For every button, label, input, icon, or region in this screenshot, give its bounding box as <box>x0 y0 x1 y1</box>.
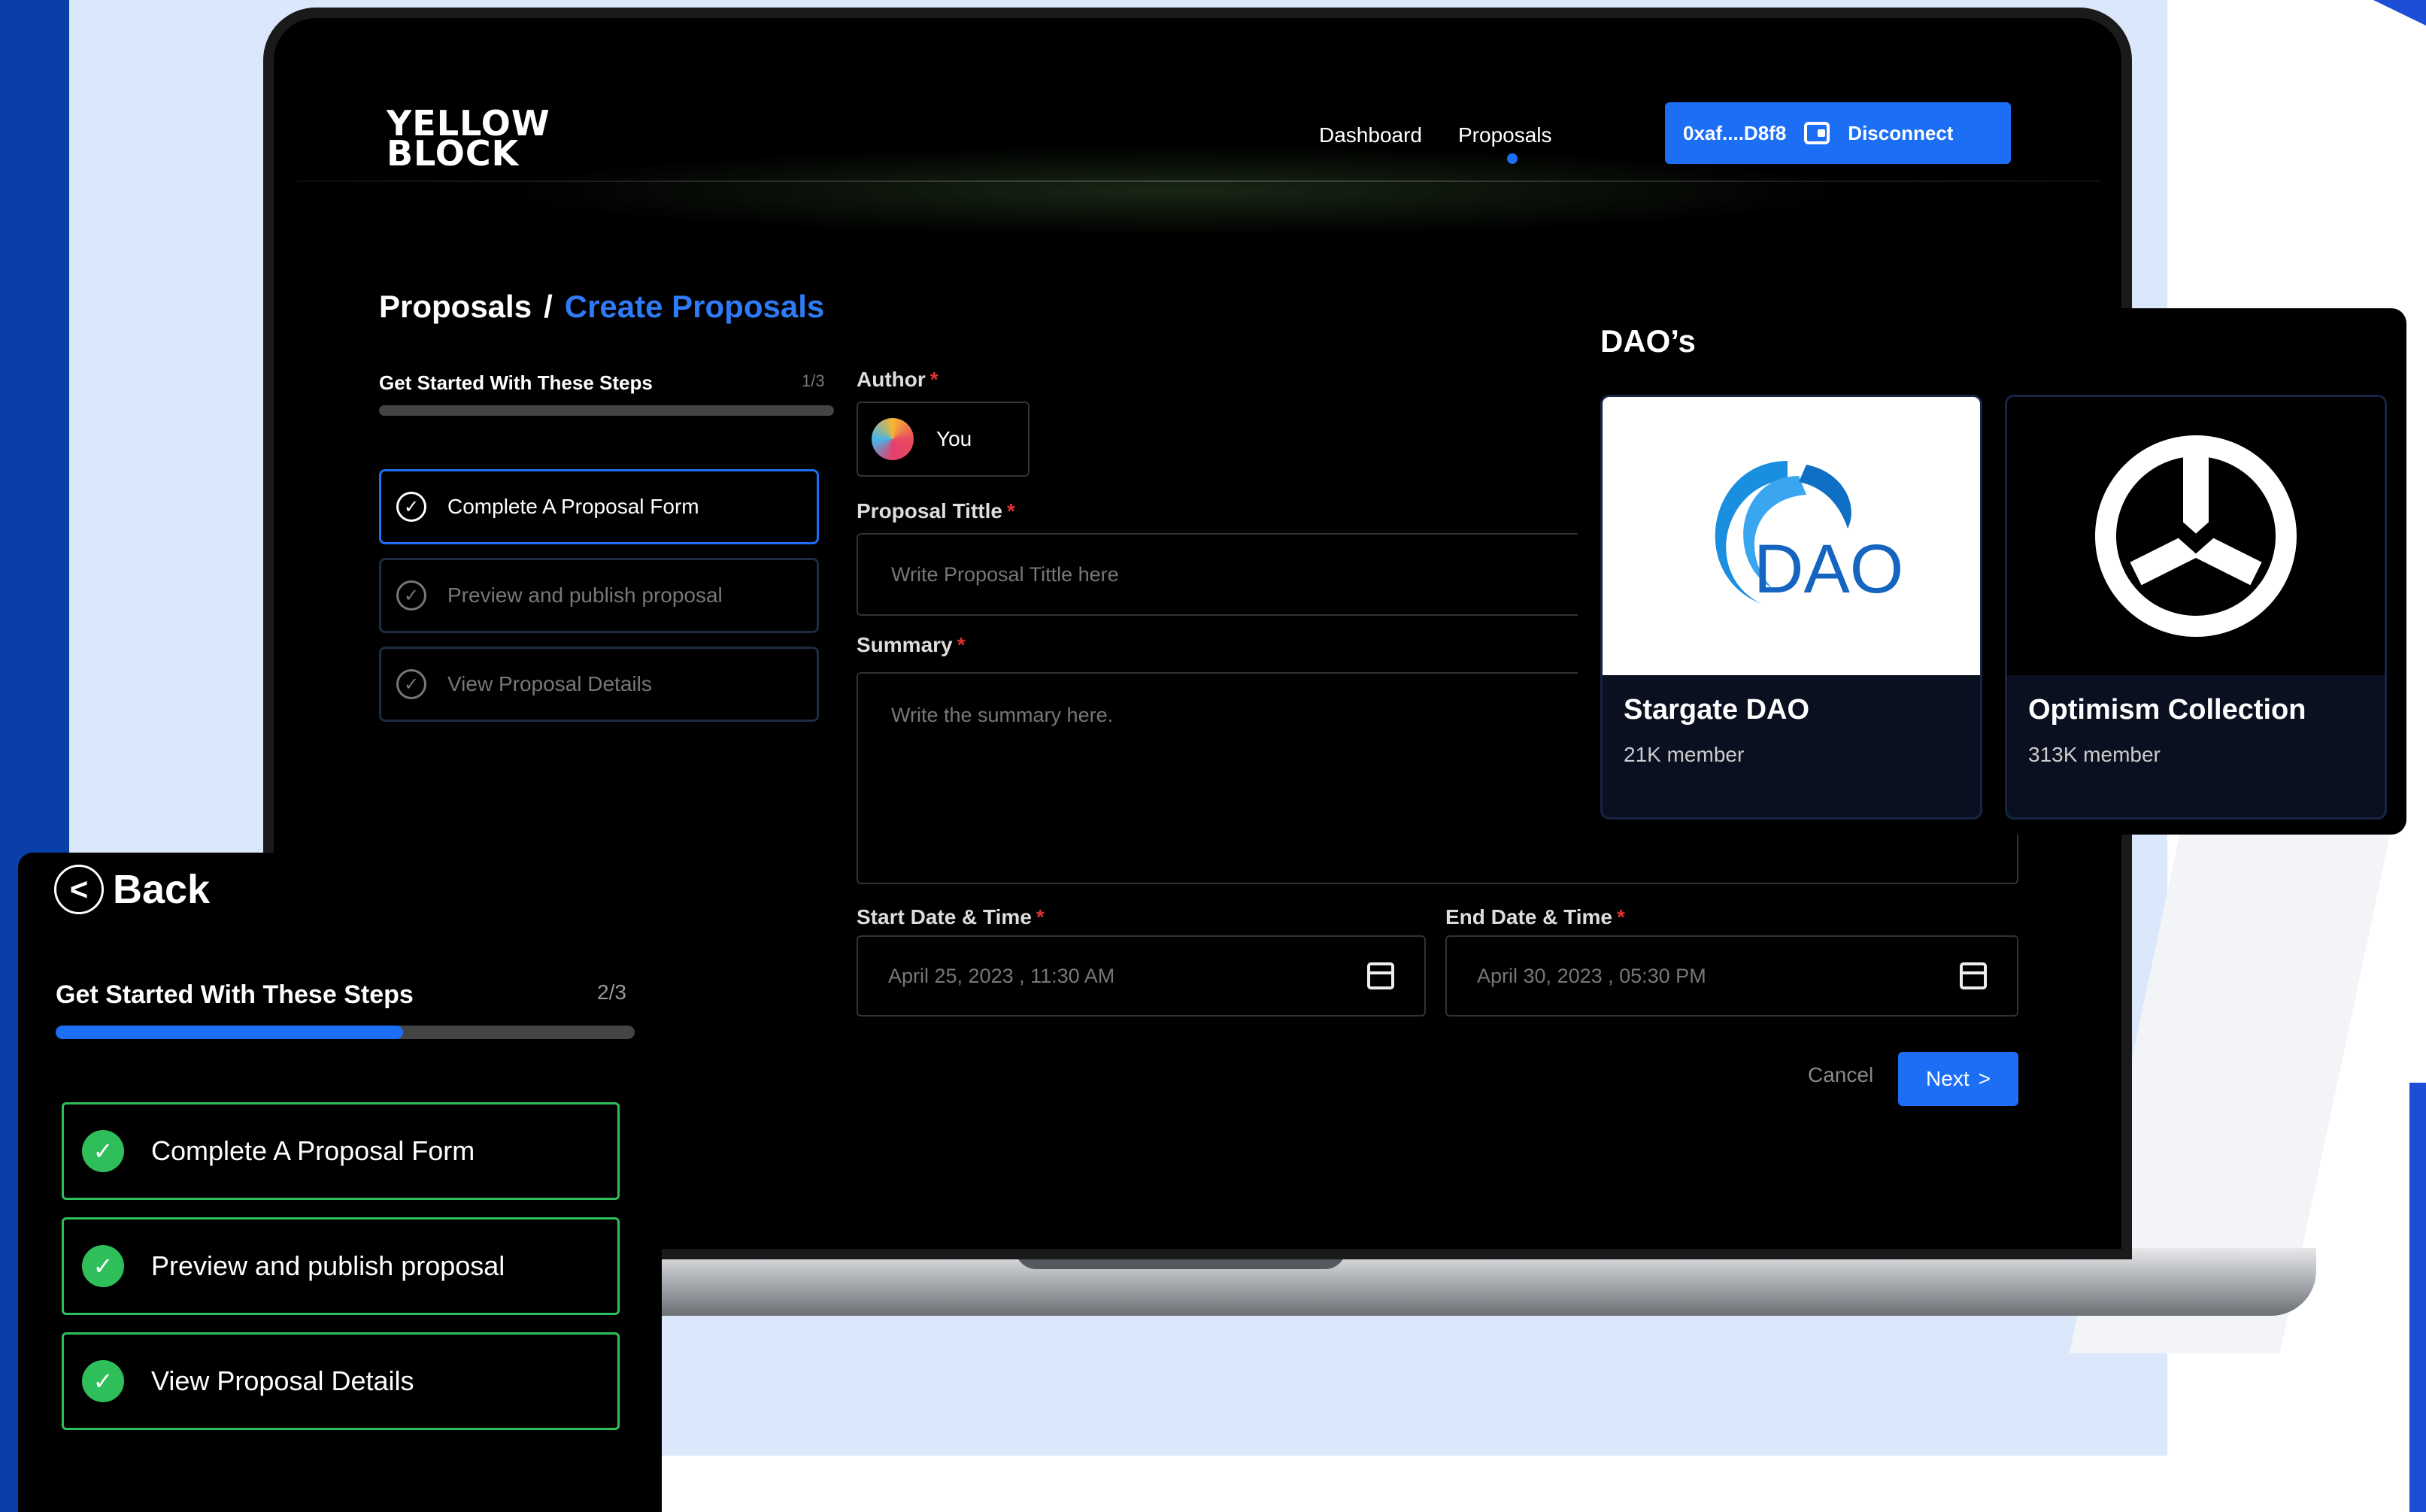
back-label: Back <box>113 867 211 912</box>
start-label-text: Start Date & Time <box>857 905 1032 929</box>
wallet-icon <box>1804 122 1830 144</box>
steps-progress-fill <box>56 1026 403 1039</box>
dao-members: 313K member <box>2028 743 2161 766</box>
breadcrumb-current: Create Proposals <box>564 289 825 324</box>
check-circle-icon: ✓ <box>396 492 426 522</box>
dao-panel: DAO’s DAO Stargate DAO 21K member Optimi… <box>1578 308 2406 835</box>
chevron-right-icon: > <box>1978 1067 1991 1090</box>
author-label: Author * <box>857 368 939 392</box>
title-label: Proposal Tittle * <box>857 499 1015 523</box>
title-label-text: Proposal Tittle <box>857 499 1002 523</box>
summary-placeholder: Write the summary here. <box>891 704 1114 726</box>
steps-title: Get Started With These Steps <box>56 980 414 1009</box>
decor-triangle <box>2373 0 2426 26</box>
check-circle-icon: ✓ <box>396 580 426 611</box>
breadcrumb-separator: / <box>544 289 553 324</box>
chevron-left-icon: < <box>54 865 104 914</box>
end-date-input[interactable]: April 30, 2023 , 05:30 PM <box>1445 935 2018 1017</box>
avatar <box>872 418 914 460</box>
back-button[interactable]: < Back <box>54 865 210 914</box>
start-date-input[interactable]: April 25, 2023 , 11:30 AM <box>857 935 1426 1017</box>
step-label: Complete A Proposal Form <box>447 495 699 518</box>
header-glow <box>499 146 1853 236</box>
summary-label: Summary * <box>857 633 966 657</box>
step-preview-publish[interactable]: ✓ Preview and publish proposal <box>379 558 819 633</box>
step-preview-publish[interactable]: ✓ Preview and publish proposal <box>62 1217 620 1315</box>
wallet-disconnect-button[interactable]: 0xaf....D8f8 Disconnect <box>1665 102 2011 164</box>
start-date-label: Start Date & Time * <box>857 905 1045 929</box>
step-view-details[interactable]: ✓ View Proposal Details <box>62 1332 620 1430</box>
title-placeholder: Write Proposal Tittle here <box>891 562 1119 586</box>
breadcrumb: Proposals / Create Proposals <box>379 289 824 325</box>
author-selector[interactable]: You <box>857 401 1030 477</box>
header-divider <box>296 180 2101 182</box>
required-mark: * <box>1036 905 1045 929</box>
stargate-dao-logo: DAO <box>1603 397 1980 675</box>
stargate-dao-logo-graphic: DAO <box>1715 461 1903 608</box>
steps-progress-bar <box>56 1026 635 1039</box>
required-mark: * <box>1006 499 1015 523</box>
dao-name: Stargate DAO <box>1624 694 1810 726</box>
step-label: View Proposal Details <box>447 672 652 695</box>
author-label-text: Author <box>857 368 926 391</box>
optimism-collection-logo <box>2007 397 2385 675</box>
next-button[interactable]: Next > <box>1898 1052 2018 1106</box>
check-icon: ✓ <box>82 1245 124 1287</box>
calendar-icon[interactable] <box>1960 962 1987 989</box>
nav-dashboard[interactable]: Dashboard <box>1319 123 1422 147</box>
check-icon: ✓ <box>82 1130 124 1172</box>
dao-card-stargate[interactable]: DAO Stargate DAO 21K member <box>1600 395 1982 820</box>
stage: YELLOW BLOCK Dashboard Proposals 0xaf...… <box>0 0 2426 1512</box>
optimism-logo-graphic <box>2095 435 2297 637</box>
back-steps-panel: < Back Get Started With These Steps 2/3 … <box>18 853 662 1512</box>
calendar-icon[interactable] <box>1367 962 1394 989</box>
step-view-details[interactable]: ✓ View Proposal Details <box>379 647 819 722</box>
step-complete-form[interactable]: ✓ Complete A Proposal Form <box>62 1102 620 1200</box>
end-date-value: April 30, 2023 , 05:30 PM <box>1477 964 1706 987</box>
end-date-label: End Date & Time * <box>1445 905 1625 929</box>
step-complete-form[interactable]: ✓ Complete A Proposal Form <box>379 469 819 544</box>
step-label: Preview and publish proposal <box>151 1250 505 1281</box>
start-date-value: April 25, 2023 , 11:30 AM <box>888 964 1115 987</box>
dao-members: 21K member <box>1624 743 1745 766</box>
step-label: View Proposal Details <box>151 1365 414 1396</box>
cancel-button[interactable]: Cancel <box>1808 1063 1873 1087</box>
summary-label-text: Summary <box>857 633 953 656</box>
author-name: You <box>936 427 972 450</box>
breadcrumb-proposals[interactable]: Proposals <box>379 289 532 324</box>
check-circle-icon: ✓ <box>396 669 426 699</box>
steps-title: Get Started With These Steps <box>379 371 653 394</box>
disconnect-label: Disconnect <box>1848 121 1954 144</box>
yellow-block-logo[interactable]: YELLOW BLOCK <box>387 106 550 171</box>
next-label: Next <box>1926 1067 1970 1090</box>
decor-bar <box>2409 1083 2426 1512</box>
step-label: Preview and publish proposal <box>447 583 723 607</box>
required-mark: * <box>929 368 939 391</box>
check-icon: ✓ <box>82 1360 124 1402</box>
nav-proposals[interactable]: Proposals <box>1458 123 1552 147</box>
required-mark: * <box>957 633 966 656</box>
wallet-address: 0xaf....D8f8 <box>1683 121 1787 144</box>
active-nav-indicator <box>1507 153 1518 164</box>
steps-count: 1/3 <box>802 371 825 390</box>
dao-card-optimism[interactable]: Optimism Collection 313K member <box>2005 395 2387 820</box>
dao-logo-text: DAO <box>1754 531 1903 608</box>
steps-progress-bar <box>379 405 834 416</box>
steps-count: 2/3 <box>597 980 626 1004</box>
step-label: Complete A Proposal Form <box>151 1135 475 1166</box>
dao-name: Optimism Collection <box>2028 694 2306 726</box>
required-mark: * <box>1616 905 1625 929</box>
end-label-text: End Date & Time <box>1445 905 1612 929</box>
dao-panel-title: DAO’s <box>1600 323 1696 359</box>
